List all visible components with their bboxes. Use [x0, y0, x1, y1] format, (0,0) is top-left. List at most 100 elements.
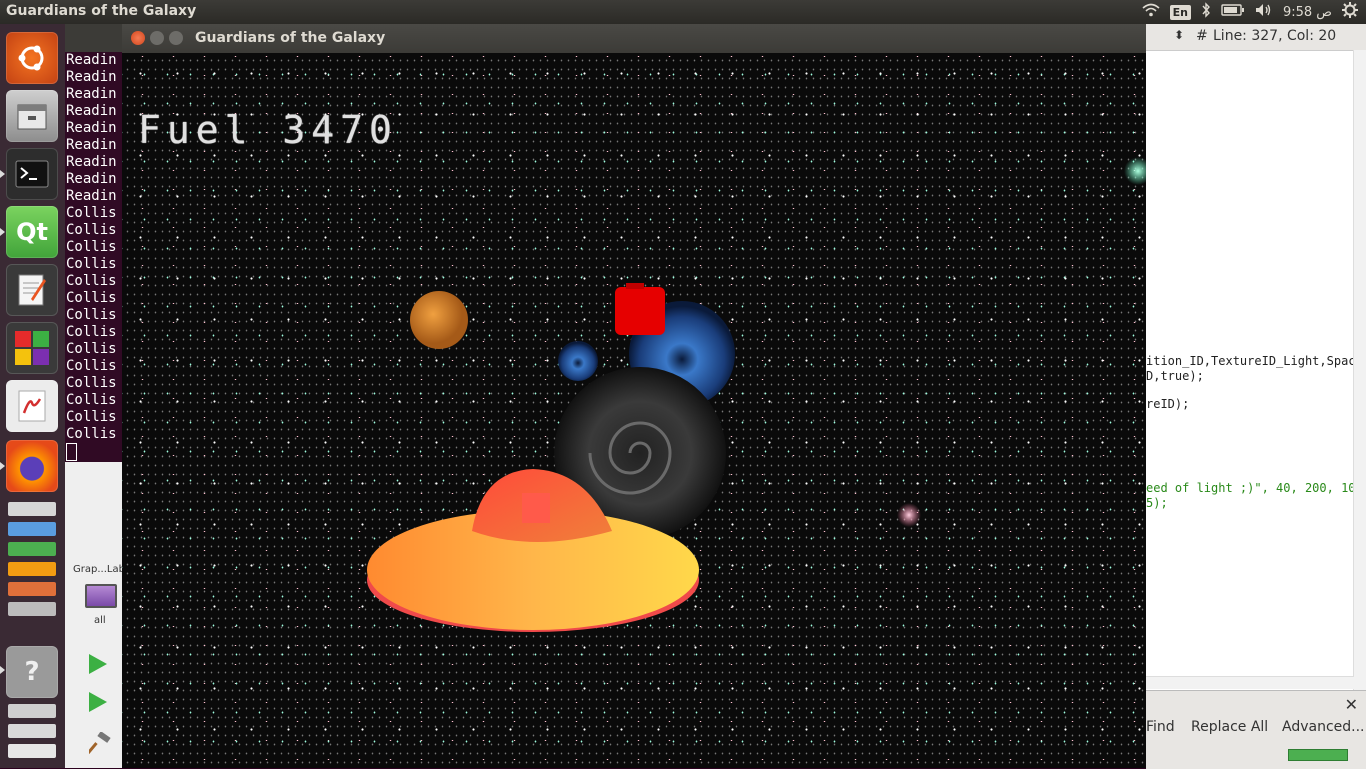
terminal-line: Collis	[66, 205, 117, 221]
run-icon[interactable]	[89, 654, 107, 674]
small-blue-planet	[558, 341, 598, 381]
wifi-icon[interactable]	[1142, 3, 1160, 21]
running-indicator	[0, 170, 5, 178]
terminal-line: Collis	[66, 392, 117, 408]
background-panel: Grap...Lab all	[65, 462, 125, 768]
game-titlebar[interactable]: Guardians of the Galaxy	[122, 24, 1146, 53]
code-line[interactable]: ition_ID,TextureID_Light,Spac	[1146, 354, 1356, 368]
calc-stack-icon[interactable]	[8, 542, 56, 556]
game-canvas[interactable]: Fuel 3470	[122, 53, 1146, 768]
terminal-line: Readin	[66, 137, 117, 153]
terminal-line: Collis	[66, 273, 117, 289]
terminal-line: Readin	[66, 154, 117, 170]
code-line[interactable]: reID);	[1146, 397, 1189, 411]
terminal-line: Collis	[66, 409, 117, 425]
mars-planet	[410, 291, 468, 349]
document-viewer-icon[interactable]	[6, 380, 58, 432]
terminal-line: Collis	[66, 358, 117, 374]
terminal-line: Readin	[66, 52, 117, 68]
writer-stack-icon[interactable]	[8, 522, 56, 536]
workspaces-stack-icon[interactable]	[8, 724, 56, 738]
terminal-line: Collis	[66, 307, 117, 323]
terminal-icon[interactable]	[6, 148, 58, 200]
terminal-line: Collis	[66, 239, 117, 255]
editor-status-bar: ⬍ # Line: 327, Col: 20	[1146, 24, 1366, 51]
software-center-stack-icon[interactable]	[8, 582, 56, 596]
help-icon[interactable]: ?	[6, 646, 58, 698]
battery-icon[interactable]	[1221, 4, 1245, 20]
trash-icon[interactable]	[8, 744, 56, 758]
debug-run-icon[interactable]	[89, 692, 107, 712]
terminal-line: Readin	[66, 188, 117, 204]
impress-stack-icon[interactable]	[8, 562, 56, 576]
ufo-hatch	[522, 493, 550, 523]
cursor-position[interactable]: Line: 327, Col: 20	[1213, 28, 1336, 44]
advanced-button[interactable]: Advanced...	[1282, 719, 1365, 735]
ubuntu-dash-icon[interactable]	[6, 32, 58, 84]
terminal-line: Collis	[66, 375, 117, 391]
scene	[367, 157, 1146, 632]
panel-item-label: all	[94, 615, 106, 626]
panel-label: Grap...Lab	[73, 564, 125, 575]
qt-creator-icon[interactable]: Qt	[6, 206, 58, 258]
vertical-scrollbar[interactable]	[1353, 50, 1366, 700]
maximize-window-icon[interactable]	[169, 31, 183, 45]
fuel-canister-cap	[626, 283, 644, 289]
terminal-line: Collis	[66, 222, 117, 238]
clock[interactable]: 9:58 ص	[1283, 5, 1332, 20]
files-stack-icon[interactable]	[8, 502, 56, 516]
terminal-line: Readin	[66, 103, 117, 119]
settings-gear-icon[interactable]	[1342, 2, 1358, 22]
settings-stack-icon[interactable]	[8, 602, 56, 616]
launcher: Qt ?	[0, 24, 65, 768]
game-window-title: Guardians of the Galaxy	[195, 30, 386, 46]
terminal-line: Collis	[66, 324, 117, 340]
terminal-line: Collis	[66, 290, 117, 306]
background-terminal[interactable]: Readin Readin Readin Readin Readin Readin Read…	[65, 24, 125, 462]
fuel-canister	[615, 287, 665, 335]
terminal-cursor	[66, 443, 77, 461]
volume-icon[interactable]	[1255, 3, 1273, 21]
running-indicator	[0, 462, 5, 470]
terminal-line: Readin	[66, 69, 117, 85]
terminal-line: Readin	[66, 120, 117, 136]
keyboard-layout-indicator[interactable]: En	[1169, 4, 1191, 20]
bluetooth-icon[interactable]	[1201, 2, 1211, 22]
close-window-icon[interactable]	[131, 31, 145, 45]
horizontal-scrollbar[interactable]	[1146, 676, 1354, 689]
code-editor-window[interactable]: ⬍ # Line: 327, Col: 20 ition_ID,TextureI…	[1146, 24, 1366, 769]
workspaces-icon[interactable]	[8, 704, 56, 718]
terminal-output: Readin Readin Readin Readin Readin Readin Read…	[65, 52, 125, 443]
terminal-line: Readin	[66, 171, 117, 187]
terminal-line: Collis	[66, 341, 117, 357]
terminal-line: Readin	[66, 86, 117, 102]
minimize-window-icon[interactable]	[150, 31, 164, 45]
system-tray: En 9:58 ص	[1142, 0, 1358, 24]
close-icon[interactable]: ✕	[1345, 695, 1358, 714]
pink-nebula	[897, 503, 921, 527]
dropdown-arrows-icon[interactable]: ⬍	[1174, 28, 1184, 42]
firefox-icon[interactable]	[6, 440, 58, 492]
game-window[interactable]: Guardians of the Galaxy Fuel 3470	[122, 24, 1146, 768]
green-nebula	[1124, 157, 1146, 185]
terminal-titlebar	[65, 24, 125, 52]
code-line[interactable]: eed of light ;)", 40, 200, 10	[1146, 481, 1356, 495]
running-indicator	[0, 666, 5, 674]
terminal-line: Collis	[66, 426, 117, 442]
find-button[interactable]: Find	[1146, 719, 1175, 735]
text-editor-icon[interactable]	[6, 264, 58, 316]
files-icon[interactable]	[6, 90, 58, 142]
active-window-title: Guardians of the Galaxy	[6, 3, 197, 19]
hash-symbol: #	[1196, 28, 1208, 44]
top-panel: Guardians of the Galaxy En 9:58 ص	[0, 0, 1366, 24]
code-line[interactable]: 5);	[1146, 496, 1168, 510]
progress-bar	[1288, 749, 1348, 761]
build-hammer-icon[interactable]	[86, 731, 111, 758]
system-monitor-icon[interactable]	[6, 322, 58, 374]
replace-all-button[interactable]: Replace All	[1191, 719, 1268, 735]
running-indicator	[0, 228, 5, 236]
terminal-line: Collis	[66, 256, 117, 272]
computer-icon[interactable]	[85, 584, 117, 608]
code-line[interactable]: D,true);	[1146, 369, 1204, 383]
find-replace-bar: ✕ Find Replace All Advanced...	[1146, 690, 1366, 769]
